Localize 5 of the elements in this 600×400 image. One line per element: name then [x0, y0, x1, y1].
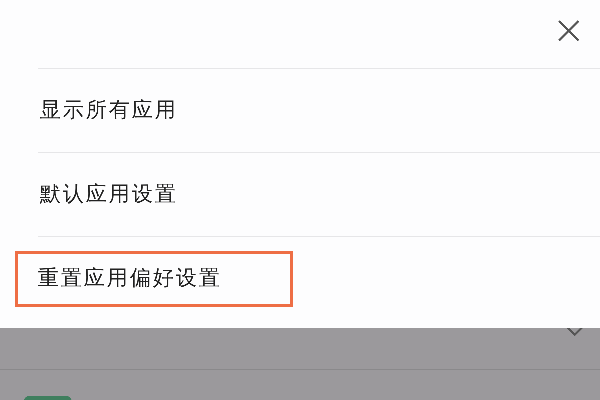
- close-icon[interactable]: [556, 18, 582, 44]
- menu-item[interactable]: 默认应用设置: [38, 178, 180, 210]
- chevron-icon: [566, 326, 584, 338]
- menu-item[interactable]: 显示所有应用: [38, 94, 180, 126]
- menu-item[interactable]: 重置应用偏好设置: [15, 250, 293, 306]
